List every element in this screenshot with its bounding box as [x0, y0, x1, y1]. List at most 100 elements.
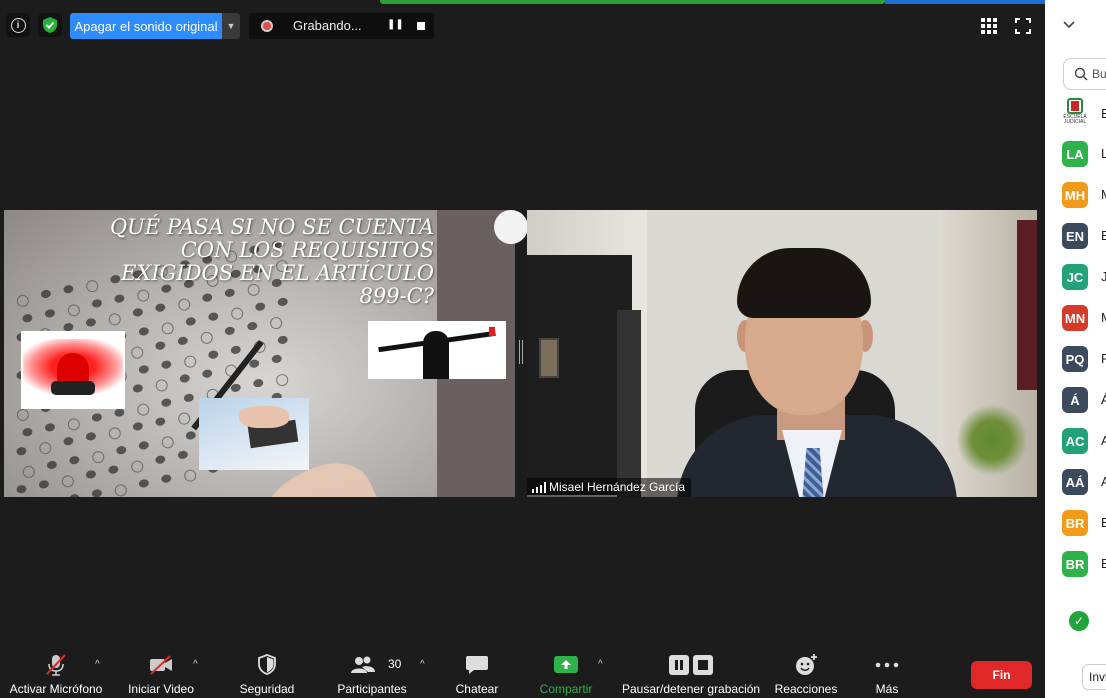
reactions-button[interactable]: Reacciones [772, 645, 840, 698]
participants-button[interactable]: 30 Participantes [334, 645, 410, 698]
answer-bubble [224, 325, 236, 336]
answer-bubble [185, 316, 197, 327]
answer-bubble [160, 473, 173, 484]
share-options-caret-icon[interactable]: ^ [598, 659, 603, 670]
participant-row[interactable]: ÁÁ [1062, 387, 1106, 413]
mute-original-options-caret[interactable]: ▼ [222, 13, 240, 39]
participant-video-tile[interactable]: Misael Hernández García [527, 210, 1037, 497]
recording-dot-icon [261, 20, 273, 32]
participant-name: Misael Hernández García [549, 480, 686, 494]
invite-button[interactable]: Invi [1082, 664, 1106, 690]
search-icon [1074, 67, 1088, 81]
answer-bubble [138, 364, 150, 375]
participant-name-tag: Misael Hernández García [527, 478, 692, 497]
participants-options-caret-icon[interactable]: ^ [420, 659, 425, 670]
answer-bubble [269, 315, 284, 331]
security-button[interactable]: Seguridad [232, 645, 302, 698]
participant-row-name: E [1101, 228, 1106, 243]
pause-stop-recording-button[interactable]: Pausar/detener grabación [622, 645, 760, 698]
answer-bubble [252, 378, 265, 389]
participant-row-name: A [1101, 474, 1106, 489]
participant-row[interactable]: MH M [1062, 182, 1106, 208]
stop-recording-icon[interactable] [413, 19, 429, 33]
participant-row[interactable]: BR B [1062, 510, 1106, 536]
answer-bubble [185, 430, 197, 441]
calculator-image [199, 398, 309, 470]
answer-bubble [160, 321, 175, 336]
participant-row[interactable]: AC A [1062, 428, 1106, 454]
gallery-view-icon[interactable] [981, 18, 997, 34]
chat-button[interactable]: Chatear [448, 645, 506, 698]
answer-bubble [113, 483, 128, 497]
participant-row[interactable]: AÁ A [1062, 469, 1106, 495]
encryption-shield-icon[interactable] [38, 13, 62, 37]
video-options-caret-icon[interactable]: ^ [193, 659, 198, 670]
answer-bubble [132, 421, 144, 432]
answer-bubble [154, 454, 167, 465]
reactions-label: Reacciones [774, 682, 838, 696]
slide-title: QUÉ PASA SI NO SE CUENTA CON LOS REQUISI… [64, 216, 434, 308]
answer-bubble [66, 417, 81, 432]
answer-bubble [107, 464, 120, 475]
participant-row[interactable]: MN M [1062, 305, 1106, 331]
answer-bubble [230, 306, 245, 321]
answer-bubble [15, 293, 30, 309]
participant-row-name: A [1101, 433, 1106, 448]
video-off-icon [150, 655, 172, 675]
participant-avatar: BR [1062, 551, 1088, 577]
top-status-strip [380, 0, 885, 4]
answer-bubble [179, 373, 191, 384]
mute-original-sound-button[interactable]: Apagar el sonido original [70, 13, 222, 39]
answer-bubble [91, 412, 103, 423]
referee-red-card-image [368, 321, 506, 379]
answer-bubble [130, 345, 145, 360]
answer-bubble [154, 378, 169, 393]
video-label: Iniciar Video [128, 682, 194, 696]
participant-row[interactable]: EN E [1062, 223, 1106, 249]
more-label: Más [875, 682, 899, 696]
answer-bubble [68, 455, 81, 466]
answer-bubble [21, 313, 34, 324]
school-logo-text: ESCUELA JUDICIAL [1063, 114, 1087, 125]
participant-row[interactable]: JC J [1062, 264, 1106, 290]
answer-bubble [183, 392, 195, 403]
mic-options-caret-icon[interactable]: ^ [95, 659, 100, 670]
pause-recording-icon[interactable]: ❚❚ [387, 19, 404, 33]
end-meeting-button[interactable]: Fin [971, 661, 1032, 689]
answer-bubble [177, 411, 192, 426]
participant-avatar: BR [1062, 510, 1088, 536]
participant-search-input[interactable]: Bu [1063, 58, 1106, 90]
split-view-handle[interactable] [519, 340, 523, 364]
slide-nav-circle[interactable] [494, 210, 528, 244]
participant-row-name: M [1101, 310, 1106, 325]
escuela-judicial-logo: ESCUELA JUDICIAL [1062, 98, 1088, 128]
answer-bubble [177, 335, 189, 346]
more-button[interactable]: Más [862, 645, 912, 698]
participant-row-name: L [1101, 146, 1106, 161]
security-shield-icon [258, 654, 276, 675]
bookshelf [1017, 220, 1037, 390]
shared-screen-tile[interactable]: QUÉ PASA SI NO SE CUENTA CON LOS REQUISI… [4, 210, 515, 497]
participant-row[interactable]: BR B [1062, 551, 1106, 577]
meeting-toolbar: Activar Micrófono ^ Iniciar Video ^ Segu… [0, 645, 1045, 698]
participant-row-name: M [1101, 187, 1106, 202]
record-label: Pausar/detener grabación [622, 682, 761, 696]
participant-row[interactable]: LA L [1062, 141, 1106, 167]
mic-label: Activar Micrófono [9, 682, 103, 696]
start-video-button[interactable]: Iniciar Video [120, 645, 202, 698]
pause-stop-icon [669, 655, 713, 675]
participant-row[interactable]: PQ P [1062, 346, 1106, 372]
answer-bubble [207, 311, 220, 322]
answer-bubble [277, 334, 289, 345]
plant [957, 405, 1027, 475]
answer-bubble [44, 308, 56, 319]
participant-avatar: PQ [1062, 346, 1088, 372]
fullscreen-icon[interactable] [1015, 18, 1031, 34]
top-status-strip-blue [885, 0, 1045, 4]
answer-bubble [44, 422, 56, 433]
answer-bubble [138, 326, 150, 337]
unmute-microphone-button[interactable]: Activar Micrófono [4, 645, 108, 698]
info-icon[interactable]: i [6, 13, 30, 37]
panel-collapse-chevron-icon[interactable] [1063, 18, 1075, 30]
share-screen-button[interactable]: Compartir [532, 645, 600, 698]
